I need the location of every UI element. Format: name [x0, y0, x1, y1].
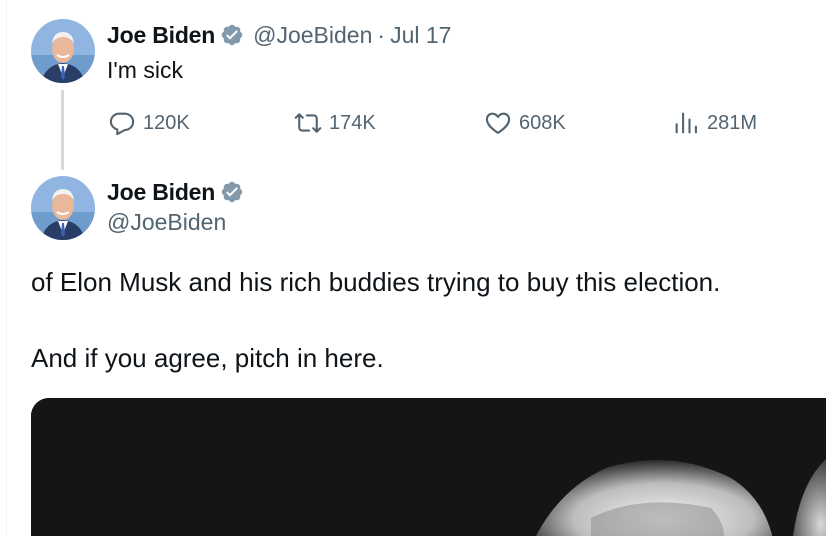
- like-count: 608K: [519, 111, 566, 134]
- reply-button[interactable]: 120K: [108, 108, 190, 138]
- separator-dot: ·: [377, 21, 386, 48]
- verified-badge-icon[interactable]: [220, 23, 244, 47]
- tweet-text: I'm sick: [107, 57, 183, 83]
- tweet-header: Joe Biden @JoeBiden · Jul 17: [107, 20, 451, 50]
- timeline-border: [6, 0, 7, 536]
- heart-icon: [485, 112, 511, 134]
- thread-connector-line: [61, 90, 64, 170]
- profile-photo: [31, 176, 95, 240]
- views-icon: [675, 112, 697, 134]
- author-name[interactable]: Joe Biden: [107, 22, 215, 49]
- reply-icon: [109, 112, 135, 136]
- like-button[interactable]: 608K: [484, 108, 566, 138]
- profile-photo: [31, 19, 95, 83]
- tweet-text-line: And if you agree, pitch in here.: [31, 343, 384, 373]
- avatar[interactable]: [31, 19, 95, 83]
- photo: [31, 398, 826, 536]
- views-button[interactable]: 281M: [672, 108, 757, 138]
- tweet-media-image[interactable]: [31, 398, 826, 536]
- views-count: 281M: [707, 111, 758, 134]
- tweet-text: of Elon Musk and his rich buddies trying…: [31, 263, 811, 377]
- reply-count: 120K: [143, 111, 190, 134]
- tweet-date[interactable]: Jul 17: [390, 22, 451, 49]
- retweet-button[interactable]: 174K: [294, 108, 376, 138]
- avatar[interactable]: [31, 176, 95, 240]
- author-handle[interactable]: @JoeBiden: [253, 22, 372, 49]
- tweet-header: Joe Biden: [107, 177, 244, 207]
- retweet-count: 174K: [329, 111, 376, 134]
- retweet-icon: [294, 113, 322, 133]
- author-name[interactable]: Joe Biden: [107, 179, 215, 206]
- tweet-text-line: of Elon Musk and his rich buddies trying…: [31, 267, 721, 297]
- verified-badge-icon[interactable]: [220, 180, 244, 204]
- author-handle[interactable]: @JoeBiden: [107, 209, 226, 236]
